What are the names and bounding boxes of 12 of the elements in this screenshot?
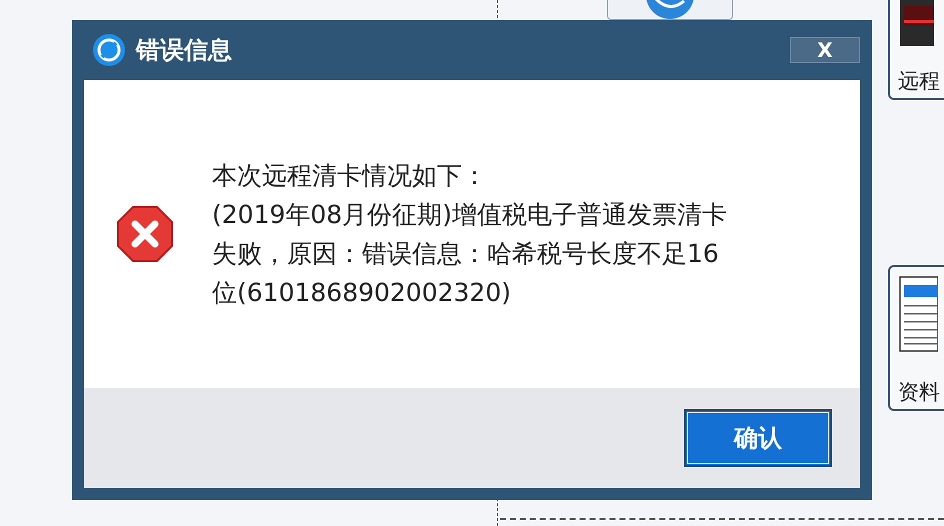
dialog-title: 错误信息 [136, 35, 232, 66]
side-tool-button[interactable]: 资料 [888, 265, 944, 411]
error-message-line: 位(6101868902002320) [212, 277, 512, 309]
side-tool-button[interactable]: 远程 [888, 0, 944, 100]
confirm-button[interactable]: 确认 [684, 409, 832, 467]
close-button[interactable]: X [790, 37, 860, 63]
error-message-line: 失败，原因：错误信息：哈希税号长度不足16 [212, 238, 720, 270]
error-icon [116, 205, 174, 263]
error-message-line: 本次远程清卡情况如下： [212, 160, 488, 192]
monitor-icon [898, 0, 934, 48]
app-logo-icon [92, 33, 126, 67]
error-message-line: (2019年08月份征期)增值税电子普通发票清卡 [212, 199, 727, 231]
